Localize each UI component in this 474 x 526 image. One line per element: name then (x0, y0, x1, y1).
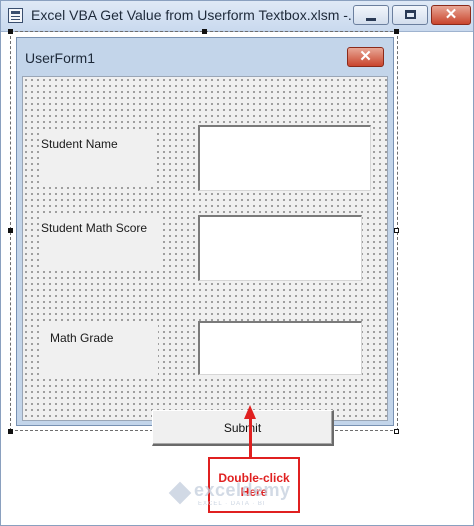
resize-handle-middle-right[interactable] (394, 228, 399, 233)
window-close-button[interactable]: ✕ (431, 5, 471, 25)
form-window-icon (8, 8, 23, 23)
math-grade-textbox[interactable] (198, 321, 362, 375)
watermark-name: exceldemy (194, 480, 291, 500)
resize-handle-bottom-right[interactable] (394, 429, 399, 434)
userform-design-grid[interactable]: Student Name Student Math Score Math Gra… (22, 76, 388, 446)
annotation-arrow-head (244, 405, 256, 419)
student-name-textbox[interactable] (198, 125, 371, 191)
close-icon: ✕ (359, 48, 372, 65)
minimize-icon (366, 18, 376, 21)
math-score-textbox[interactable] (198, 215, 362, 281)
window-title: Excel VBA Get Value from Userform Textbo… (31, 7, 360, 23)
window-titlebar[interactable]: Excel VBA Get Value from Userform Textbo… (1, 1, 473, 32)
resize-handle-bottom-left (8, 429, 13, 434)
student-name-label[interactable]: Student Name (39, 129, 155, 185)
close-icon: ✕ (444, 6, 458, 23)
minimize-button[interactable] (353, 5, 389, 25)
userform-window[interactable]: UserForm1 ✕ Student Name Student Math Sc… (16, 37, 394, 446)
maximize-icon (405, 10, 416, 19)
resize-handle-top-left (8, 29, 13, 34)
resize-handle-top-right (394, 29, 399, 34)
math-grade-label[interactable]: Math Grade (42, 323, 158, 379)
submit-button[interactable]: Submit (152, 410, 334, 446)
userform-close-button[interactable]: ✕ (347, 47, 384, 67)
annotation-arrow (249, 418, 252, 458)
userform-title: UserForm1 (25, 50, 96, 66)
resize-handle-top-middle (202, 29, 207, 34)
math-score-label[interactable]: Student Math Score (39, 213, 163, 269)
watermark-tagline: EXCEL · DATA · BI (198, 501, 266, 507)
maximize-button[interactable] (392, 5, 428, 25)
userform-titlebar: UserForm1 ✕ (17, 38, 393, 76)
resize-handle-middle-left (8, 228, 13, 233)
